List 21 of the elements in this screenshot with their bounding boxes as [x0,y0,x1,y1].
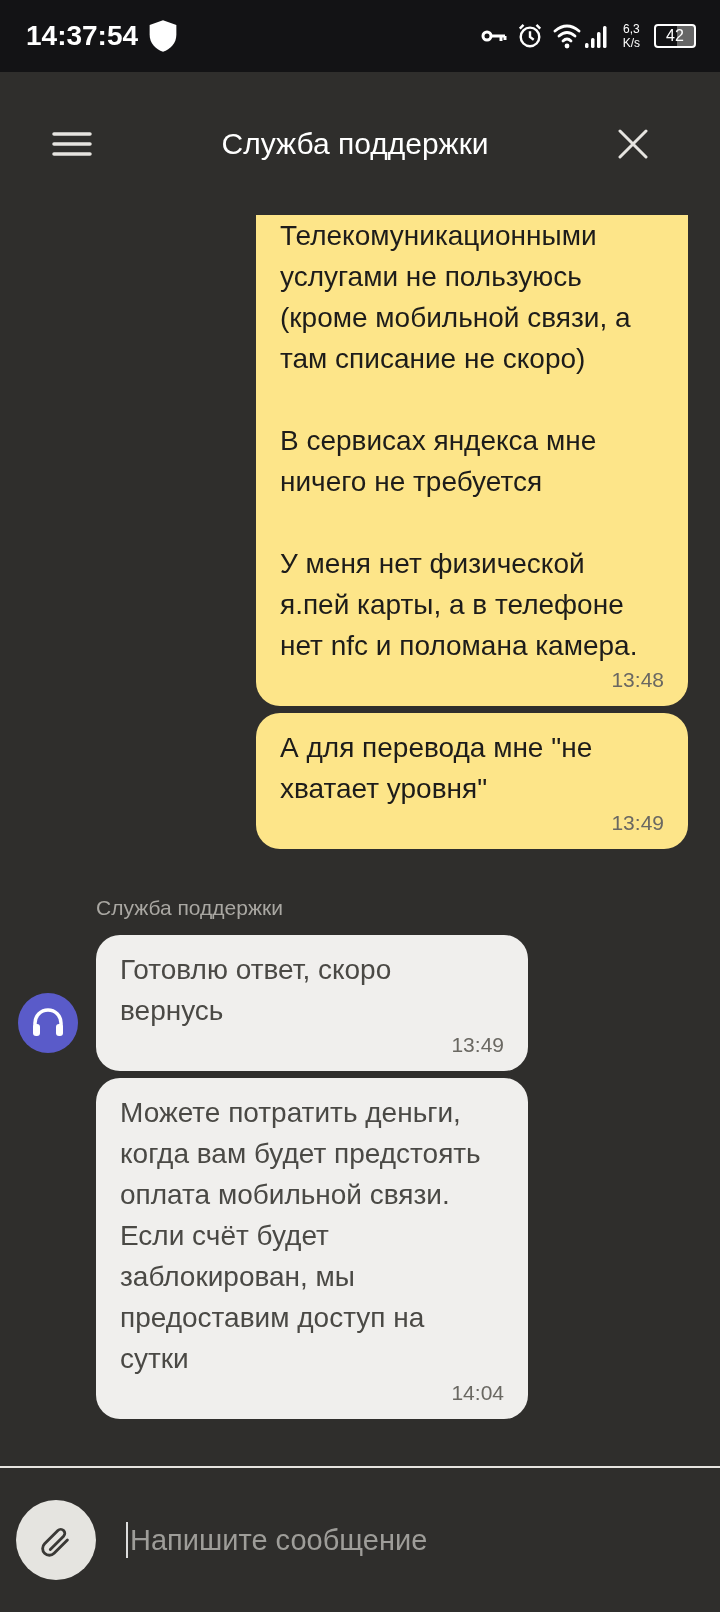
sender-name: Служба поддержки [96,896,284,920]
message-time: 14:04 [451,1381,504,1405]
message-time: 13:48 [611,668,664,692]
close-icon[interactable] [618,128,648,159]
alarm-icon [516,23,543,49]
shield-icon [148,19,179,53]
network-speed-unit: K/s [622,36,640,50]
key-icon [480,29,507,43]
wifi-signal-icon [552,23,609,49]
message-text: Телекомуникационными услугами не пользуюсь (кроме мобильной связи, а там списание не скоро) В сервисах яндекса мне ничего не требуется У меня нет физической я.пей карты, а в телефоне нет nfc и поломана камера. [280,219,639,663]
message-time: 13:49 [451,1033,504,1057]
message-text: А для перевода мне "не хватает уровня" [280,731,594,806]
network-speed: 6,3 [623,22,640,36]
chat-title: Служба поддержки [220,126,490,161]
menu-icon[interactable] [52,131,92,156]
message-time: 13:49 [611,811,664,835]
message-text: Можете потратить деньги, когда вам будет предстоять оплата мобильной связи. Если счёт будет заблокирован, мы предоставим доступ на сутки [120,1096,482,1376]
clock-time: 14:37:54 [26,20,139,52]
battery-indicator: 42 [654,24,696,48]
message-text: Готовлю ответ, скоро вернусь [120,953,393,1028]
message-input-field[interactable]: Напишите сообщение [126,1522,720,1558]
